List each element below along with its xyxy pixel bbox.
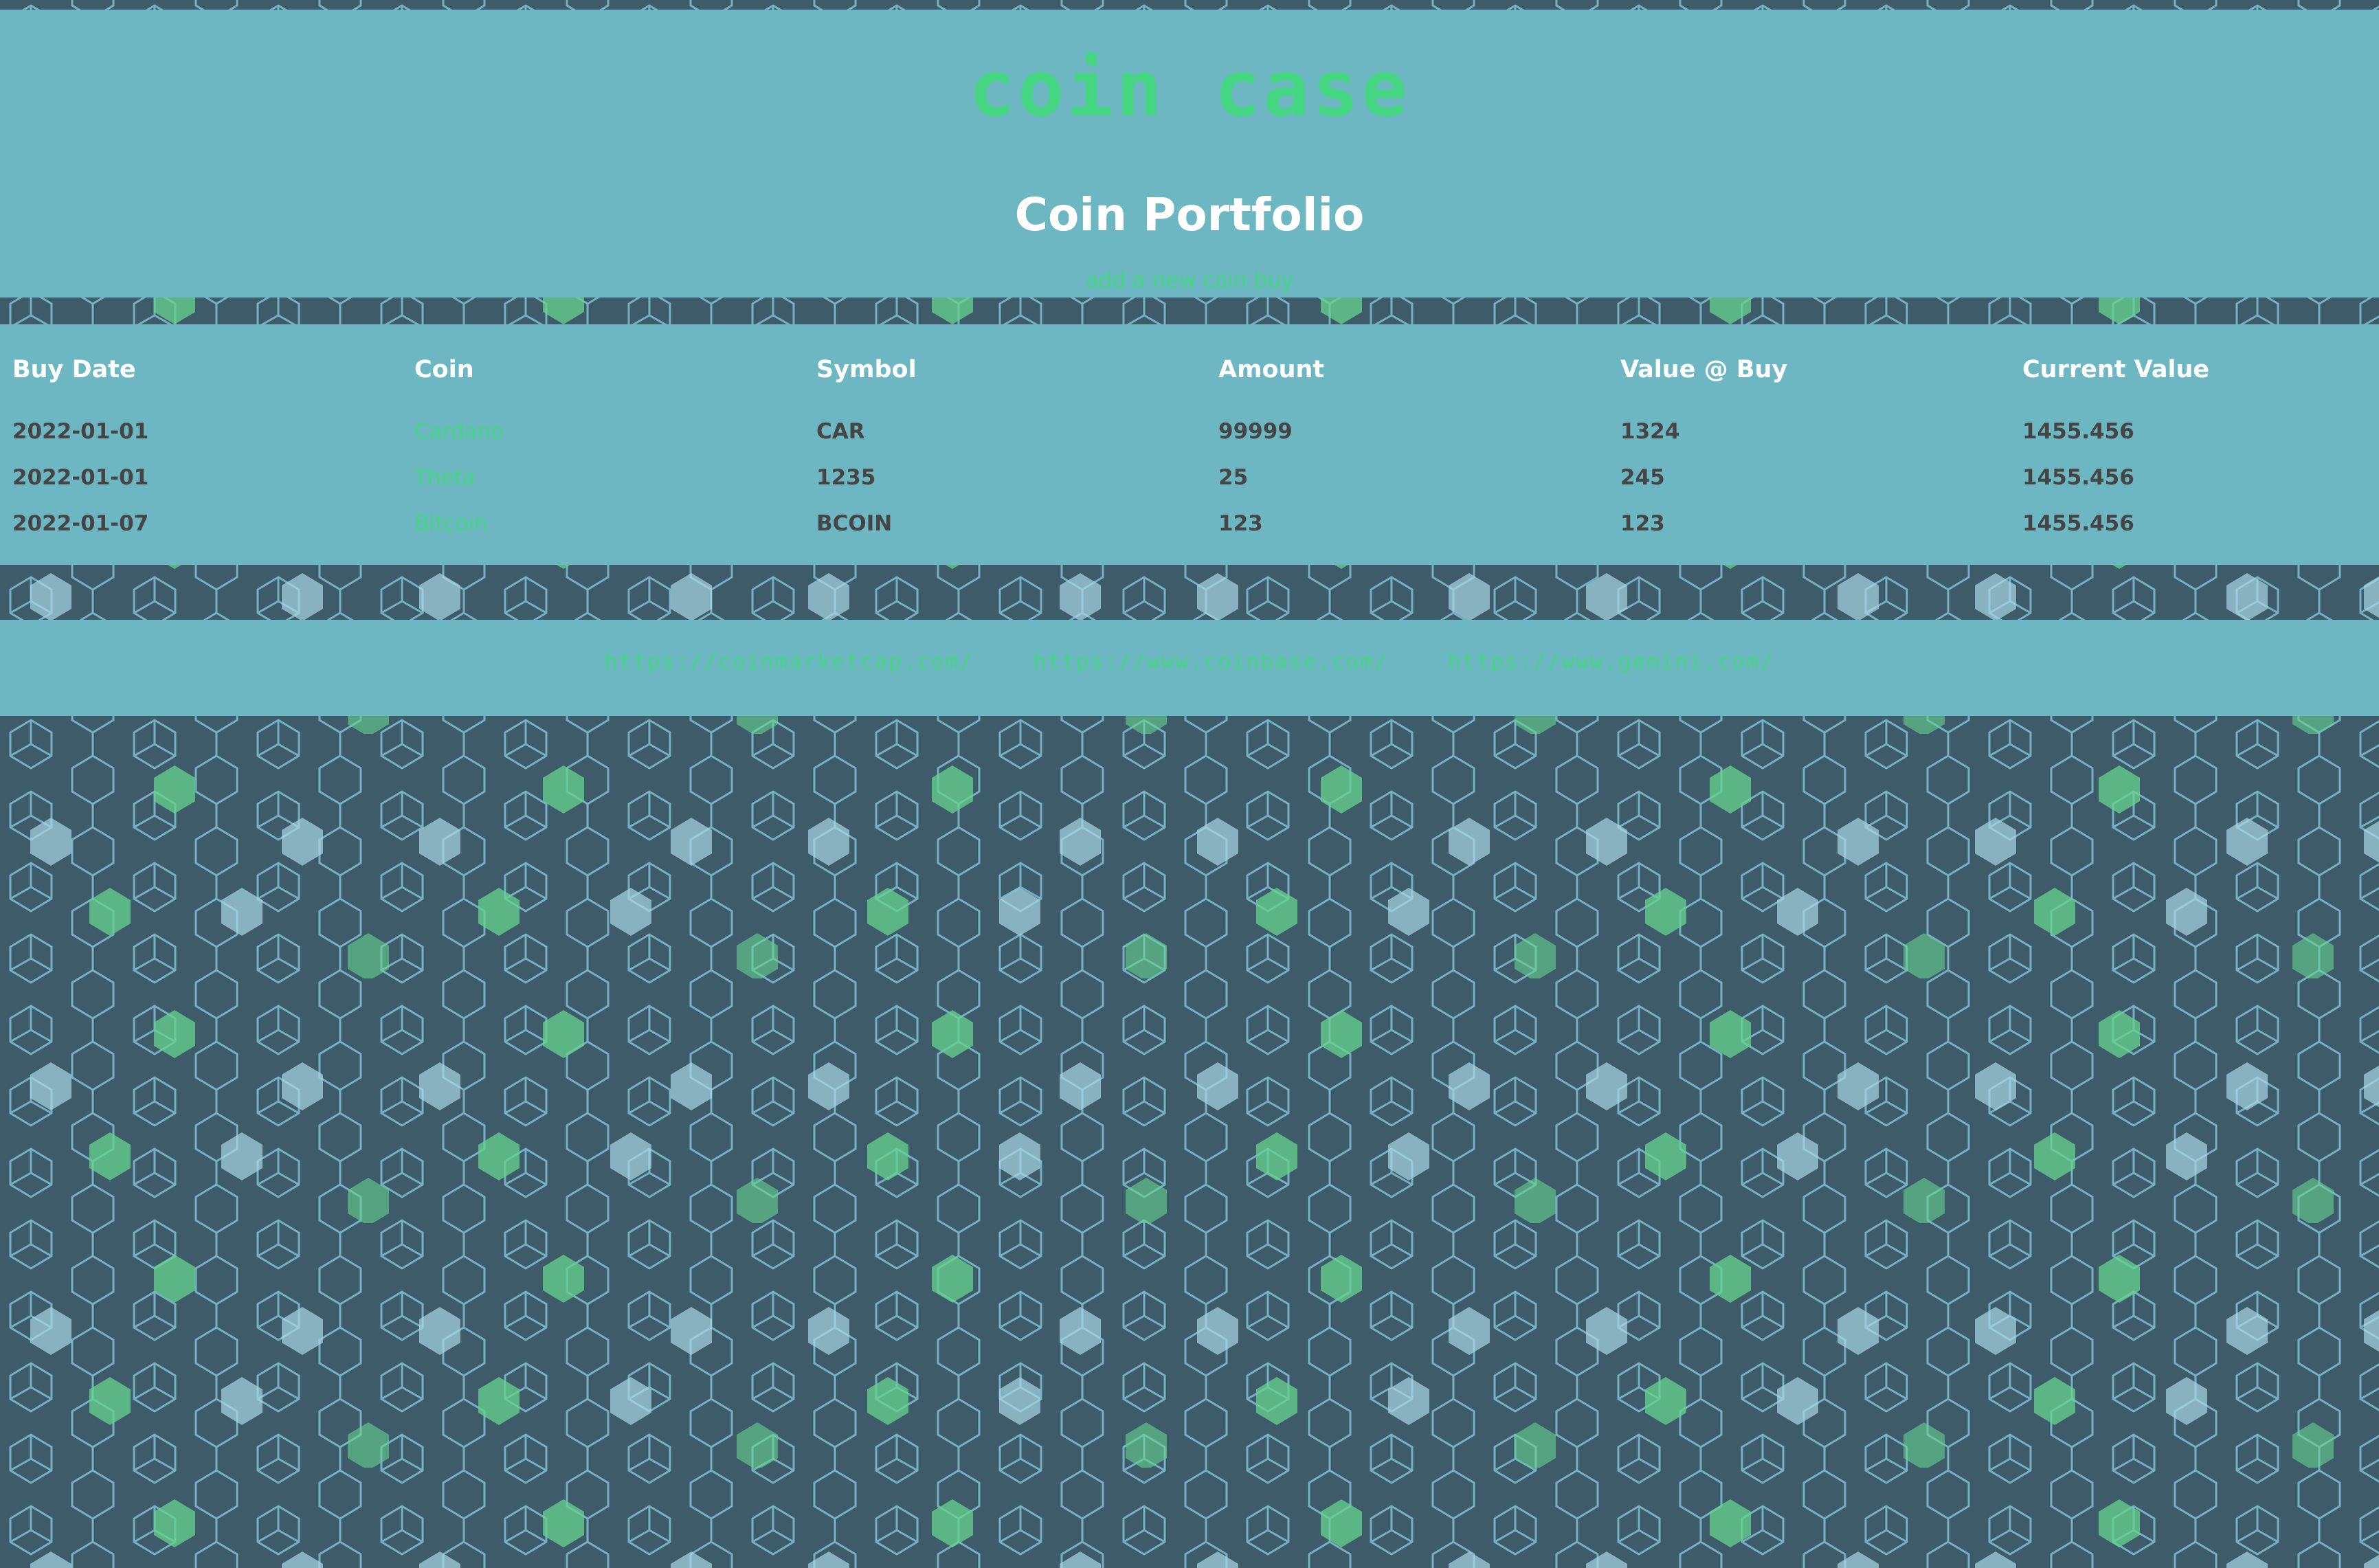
current-value-cell: 1455.456 xyxy=(2022,511,2134,536)
symbol-cell: CAR xyxy=(816,418,865,444)
coin-link[interactable]: Theta xyxy=(414,465,476,490)
value-at-buy-cell: 123 xyxy=(1620,511,1665,536)
symbol-cell: BCOIN xyxy=(816,511,893,536)
column-header-value-at-buy: Value @ Buy xyxy=(1620,356,1788,383)
portfolio-table-panel: Buy Date Coin Symbol Amount Value @ Buy … xyxy=(0,324,2379,565)
table-row: 2022-01-01 Theta 1235 25 245 1455.456 xyxy=(0,454,2379,500)
column-header-current-value: Current Value xyxy=(2022,356,2210,383)
site-header: coin case Coin Portfolio add a new coin … xyxy=(0,10,2379,298)
table-header-row: Buy Date Coin Symbol Amount Value @ Buy … xyxy=(0,324,2379,408)
coin-link[interactable]: Cardano xyxy=(414,419,504,444)
current-value-cell: 1455.456 xyxy=(2022,418,2134,444)
buy-date-cell: 2022-01-01 xyxy=(12,418,149,444)
amount-cell: 99999 xyxy=(1218,418,1293,444)
value-at-buy-cell: 245 xyxy=(1620,464,1665,490)
coin-cell: Cardano xyxy=(402,408,804,454)
table-row: 2022-01-01 Cardano CAR 99999 1324 1455.4… xyxy=(0,408,2379,454)
site-title[interactable]: coin case xyxy=(0,41,2379,137)
coin-cell: Theta xyxy=(402,454,804,500)
value-at-buy-cell: 1324 xyxy=(1620,418,1680,444)
footer-link-coinbase[interactable]: https://www.coinbase.com/ xyxy=(1034,649,1389,674)
column-header-amount: Amount xyxy=(1218,356,1325,383)
column-header-buy-date: Buy Date xyxy=(12,356,136,383)
footer-links: https://coinmarketcap.com/ https://www.c… xyxy=(0,645,2379,679)
add-coin-buy-link[interactable]: add a new coin buy xyxy=(0,266,2379,295)
buy-date-cell: 2022-01-07 xyxy=(12,511,149,536)
site-footer: https://coinmarketcap.com/ https://www.c… xyxy=(0,620,2379,716)
amount-cell: 25 xyxy=(1218,464,1249,490)
footer-link-gemini[interactable]: https://www.gemini.com/ xyxy=(1448,649,1774,674)
amount-cell: 123 xyxy=(1218,511,1263,536)
buy-date-cell: 2022-01-01 xyxy=(12,464,149,490)
column-header-symbol: Symbol xyxy=(816,356,917,383)
portfolio-table: Buy Date Coin Symbol Amount Value @ Buy … xyxy=(0,324,2379,546)
coin-cell: Bitcoin xyxy=(402,500,804,546)
column-header-coin: Coin xyxy=(414,356,474,383)
symbol-cell: 1235 xyxy=(816,464,876,490)
footer-link-coinmarketcap[interactable]: https://coinmarketcap.com/ xyxy=(605,649,974,674)
coin-link[interactable]: Bitcoin xyxy=(414,511,487,536)
table-row: 2022-01-07 Bitcoin BCOIN 123 123 1455.45… xyxy=(0,500,2379,546)
page-title: Coin Portfolio xyxy=(1014,188,1365,241)
current-value-cell: 1455.456 xyxy=(2022,464,2134,490)
